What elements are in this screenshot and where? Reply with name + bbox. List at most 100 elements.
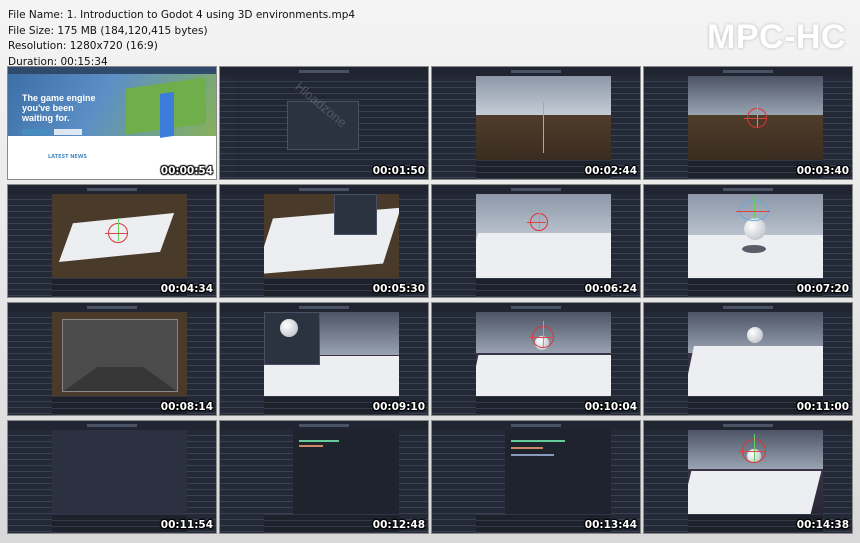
inspector-dock — [609, 430, 640, 533]
website-screen: The game engine you've been waiting for.… — [8, 67, 216, 179]
inspector-dock — [185, 194, 216, 297]
website-headline: The game engine you've been waiting for. — [22, 93, 96, 123]
context-menu — [333, 194, 377, 236]
timestamp: 00:11:00 — [796, 401, 849, 413]
thumbnail[interactable]: 00:13:44 — [432, 421, 640, 533]
code-line — [510, 440, 565, 443]
timestamp: 00:06:24 — [584, 283, 637, 295]
viewport-3d — [51, 194, 187, 280]
inspector-dock — [397, 312, 428, 415]
resolution: Resolution: 1280x720 (16:9) — [8, 40, 158, 52]
viewport-3d — [475, 312, 611, 398]
scene-dock — [220, 194, 265, 297]
transform-gizmo-icon — [529, 320, 555, 348]
mpc-hc-logo: MPC-HC — [707, 18, 846, 56]
thumbnail-grid: The game engine you've been waiting for.… — [8, 67, 854, 538]
viewport-3d — [51, 312, 187, 398]
timestamp: 00:05:30 — [372, 283, 425, 295]
inspector-dock — [821, 312, 852, 415]
viewport-3d — [475, 194, 611, 280]
inspector-dock — [609, 194, 640, 297]
inspector-dock — [609, 312, 640, 415]
inspector-dock — [397, 194, 428, 297]
inspector-dock — [821, 76, 852, 179]
camera-preview-floor — [63, 366, 178, 392]
sphere-shadow — [741, 245, 766, 254]
thumbnail[interactable]: 00:03:40 — [644, 67, 852, 179]
thumbnail[interactable]: 00:14:38 — [644, 421, 852, 533]
viewport-3d — [687, 194, 823, 280]
thumbnail[interactable]: 00:06:24 — [432, 185, 640, 297]
download-button — [22, 129, 50, 135]
thumbnail[interactable]: 00:10:04 — [432, 303, 640, 415]
timestamp: 00:02:44 — [584, 165, 637, 177]
thumbnail[interactable]: The game engine you've been waiting for.… — [8, 67, 216, 179]
learn-button — [54, 129, 82, 135]
scene-dock — [644, 194, 689, 297]
inspector-dock — [821, 194, 852, 297]
thumbnail[interactable]: 00:12:48 — [220, 421, 428, 533]
timestamp: 00:04:34 — [160, 283, 213, 295]
timestamp: 00:01:50 — [372, 165, 425, 177]
plane-mesh — [687, 234, 823, 280]
thumbnail[interactable]: 00:09:10 — [220, 303, 428, 415]
viewport-3d — [687, 430, 823, 516]
inspector-dock — [821, 430, 852, 533]
inspector-dock — [609, 76, 640, 179]
timestamp: 00:14:38 — [796, 519, 849, 531]
script-editor — [263, 430, 399, 516]
script-list — [475, 430, 506, 516]
thumbnail[interactable]: 00:05:30 — [220, 185, 428, 297]
timestamp: 00:07:20 — [796, 283, 849, 295]
scene-dock — [8, 312, 53, 415]
scene-dock — [8, 194, 53, 297]
scene-dock — [432, 312, 477, 415]
file-info: File Name: 1. Introduction to Godot 4 us… — [8, 8, 355, 70]
timestamp: 00:00:54 — [160, 165, 213, 177]
transform-gizmo-icon — [736, 195, 770, 221]
thumbnail[interactable]: Hloadzone 00:01:50 — [220, 67, 428, 179]
thumbnail[interactable]: 00:02:44 — [432, 67, 640, 179]
headline-line: The game engine — [22, 93, 96, 103]
code-line — [298, 445, 324, 448]
timestamp: 00:13:44 — [584, 519, 637, 531]
inspector-dock — [185, 430, 216, 533]
transform-gizmo-icon — [526, 207, 548, 231]
scene-dock — [432, 194, 477, 297]
scene-dock — [644, 76, 689, 179]
thumbnail[interactable]: 00:11:54 — [8, 421, 216, 533]
scene-dock — [220, 312, 265, 415]
inspector-dock — [397, 430, 428, 533]
viewport-3d — [687, 76, 823, 162]
thumbnail[interactable]: 00:11:00 — [644, 303, 852, 415]
viewport-2d — [51, 430, 187, 516]
latest-news-label: LATEST NEWS — [48, 154, 87, 161]
file-size: File Size: 175 MB (184,120,415 bytes) — [8, 24, 208, 37]
website-nav — [8, 67, 216, 74]
thumbnail[interactable]: 00:07:20 — [644, 185, 852, 297]
script-list — [263, 430, 294, 516]
scene-dock — [644, 312, 689, 415]
timestamp: 00:12:48 — [372, 519, 425, 531]
viewport-3d — [687, 312, 823, 398]
code-line — [510, 447, 544, 450]
scene-dock — [644, 430, 689, 533]
viewport-3d — [263, 312, 399, 398]
code-line — [298, 440, 340, 443]
scene-dock — [220, 430, 265, 533]
code-line — [510, 453, 555, 456]
plane-mesh — [687, 346, 823, 398]
headline-line: waiting for. — [22, 113, 70, 123]
scene-dock — [432, 76, 477, 179]
plane-mesh — [263, 207, 399, 275]
plane-mesh — [687, 470, 822, 516]
timestamp: 00:03:40 — [796, 165, 849, 177]
scene-dock — [8, 430, 53, 533]
project-list-sidebar — [220, 76, 236, 179]
scene-dock — [432, 430, 477, 533]
thumbnail[interactable]: 00:04:34 — [8, 185, 216, 297]
thumbnail[interactable]: 00:08:14 — [8, 303, 216, 415]
file-name: File Name: 1. Introduction to Godot 4 us… — [8, 9, 356, 21]
timestamp: 00:11:54 — [160, 519, 213, 531]
script-editor — [475, 430, 611, 516]
